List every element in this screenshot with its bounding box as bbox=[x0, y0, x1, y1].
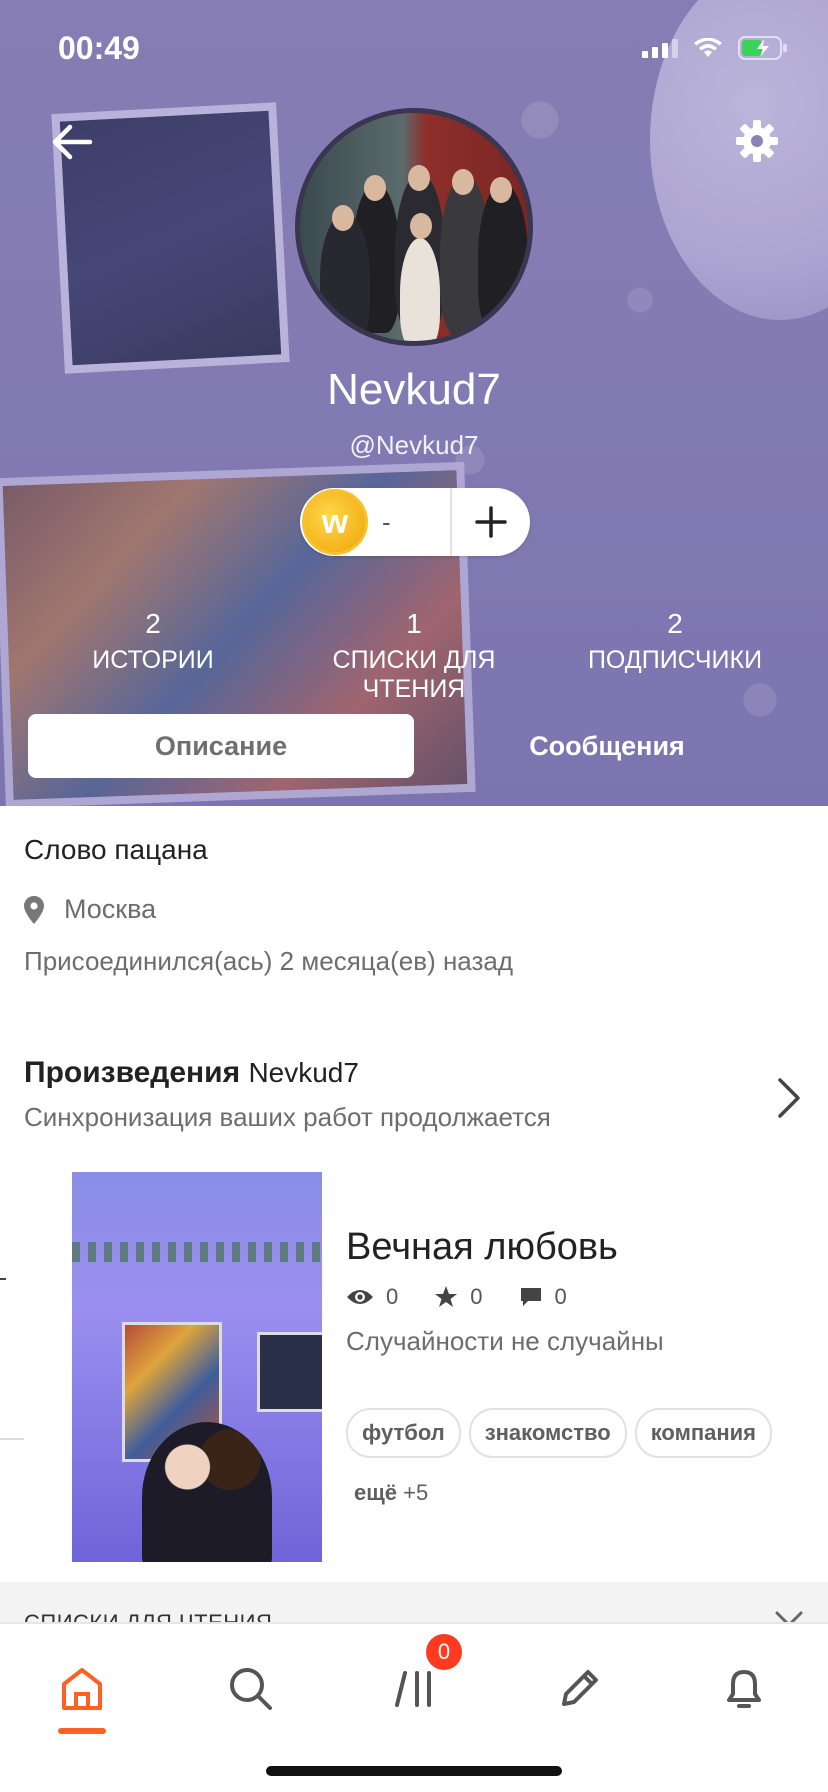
wifi-icon bbox=[694, 38, 722, 58]
stat-followers-label: ПОДПИСЧИКИ bbox=[587, 646, 763, 674]
status-time: 00:49 bbox=[58, 30, 140, 66]
more-tags-link[interactable]: ещё +5 bbox=[346, 1468, 436, 1518]
star-icon bbox=[435, 1286, 458, 1307]
library-notification-badge: 0 bbox=[426, 1634, 462, 1670]
plus-icon bbox=[475, 506, 507, 538]
profile-joined-date: Присоединился(ась) 2 месяца(ев) назад bbox=[24, 946, 514, 976]
more-tags-count: +5 bbox=[403, 1480, 429, 1505]
bell-icon bbox=[727, 1670, 761, 1708]
works-section-title[interactable]: Произведения Nevkud7 bbox=[24, 1056, 359, 1090]
coins-widget: w - bbox=[300, 488, 530, 556]
tag-chip[interactable]: футбол bbox=[346, 1408, 461, 1458]
tag-chip[interactable]: компания bbox=[634, 1408, 773, 1458]
previous-story-card-edge[interactable] bbox=[0, 1170, 24, 1440]
gear-icon bbox=[736, 120, 778, 162]
stat-stories[interactable]: 2 ИСТОРИИ bbox=[0, 608, 306, 704]
story-cover[interactable] bbox=[72, 1172, 322, 1562]
search-icon bbox=[230, 1668, 272, 1710]
tab-messages[interactable]: Сообщения bbox=[414, 714, 800, 778]
profile-tabs: Описание Сообщения bbox=[28, 714, 800, 778]
reading-lists-label: СПИСКИ ДЛЯ ЧТЕНИЯ bbox=[24, 1610, 272, 1622]
arrow-left-icon bbox=[52, 124, 93, 160]
stat-followers[interactable]: 2 ПОДПИСЧИКИ bbox=[522, 608, 828, 704]
profile-stats: 2 ИСТОРИИ 1 СПИСКИ ДЛЯ ЧТЕНИЯ 2 ПОДПИСЧИ… bbox=[0, 608, 828, 704]
coin-balance: - bbox=[382, 506, 391, 537]
story-votes-count: 0 bbox=[470, 1284, 483, 1309]
back-button[interactable] bbox=[48, 118, 96, 166]
active-tab-indicator bbox=[58, 1728, 106, 1734]
profile-header: 00:49 Nevkud7 @Nevkud7 w - 2 ИСТОРИИ 1 С… bbox=[0, 0, 828, 806]
story-meta: 0 0 0 bbox=[346, 1284, 603, 1310]
map-pin-icon bbox=[24, 895, 44, 924]
profile-location: Москва bbox=[24, 894, 156, 925]
stat-reading-lists-value: 1 bbox=[406, 608, 422, 639]
stat-reading-lists[interactable]: 1 СПИСКИ ДЛЯ ЧТЕНИЯ bbox=[306, 608, 522, 704]
stat-stories-label: ИСТОРИИ bbox=[92, 646, 214, 674]
story-title[interactable]: Вечная любовь bbox=[346, 1226, 618, 1269]
story-views: 0 bbox=[346, 1284, 398, 1310]
stat-reading-lists-label: СПИСКИ ДЛЯ ЧТЕНИЯ bbox=[332, 646, 496, 703]
status-icons bbox=[642, 36, 788, 60]
battery-charging-icon bbox=[738, 36, 788, 60]
eye-icon bbox=[347, 1290, 373, 1304]
cellular-signal-icon bbox=[642, 38, 678, 58]
profile-avatar[interactable] bbox=[295, 108, 533, 346]
tag-chip[interactable]: знакомство bbox=[468, 1408, 627, 1458]
tab-description[interactable]: Описание bbox=[28, 714, 414, 778]
tab-search[interactable] bbox=[220, 1658, 280, 1718]
pencil-icon bbox=[562, 1670, 598, 1706]
add-coins-button[interactable] bbox=[450, 488, 530, 556]
story-votes: 0 bbox=[434, 1284, 483, 1310]
story-comments-count: 0 bbox=[554, 1284, 567, 1309]
comment-icon bbox=[520, 1288, 541, 1306]
home-icon bbox=[62, 1668, 102, 1710]
story-description: Случайности не случайны bbox=[346, 1326, 664, 1356]
more-tags-label: ещё bbox=[354, 1480, 398, 1505]
home-indicator bbox=[266, 1766, 562, 1776]
works-open-button[interactable] bbox=[774, 1076, 804, 1120]
tab-write[interactable] bbox=[550, 1658, 610, 1718]
profile-handle: @Nevkud7 bbox=[349, 430, 479, 460]
tab-notifications[interactable] bbox=[714, 1658, 774, 1718]
works-author: Nevkud7 bbox=[248, 1057, 359, 1088]
works-title-text: Произведения bbox=[24, 1056, 241, 1089]
works-sync-status: Синхронизация ваших работ продолжается bbox=[24, 1102, 551, 1132]
story-tags: футбол знакомство компания ещё +5 bbox=[346, 1408, 806, 1518]
story-views-count: 0 bbox=[386, 1284, 399, 1309]
reading-lists-section[interactable]: СПИСКИ ДЛЯ ЧТЕНИЯ bbox=[0, 1582, 828, 1622]
stat-stories-value: 2 bbox=[145, 608, 161, 639]
settings-button[interactable] bbox=[734, 118, 780, 164]
chevron-down-icon bbox=[775, 1611, 803, 1622]
stat-followers-value: 2 bbox=[667, 608, 683, 639]
profile-bio: Слово пацана bbox=[24, 834, 208, 865]
location-text: Москва bbox=[64, 894, 157, 924]
tab-home[interactable] bbox=[52, 1658, 112, 1718]
library-icon bbox=[395, 1671, 431, 1707]
profile-display-name: Nevkud7 bbox=[327, 365, 501, 414]
story-comments: 0 bbox=[519, 1284, 567, 1310]
chevron-right-icon bbox=[778, 1078, 800, 1118]
coin-icon: w bbox=[302, 489, 368, 555]
